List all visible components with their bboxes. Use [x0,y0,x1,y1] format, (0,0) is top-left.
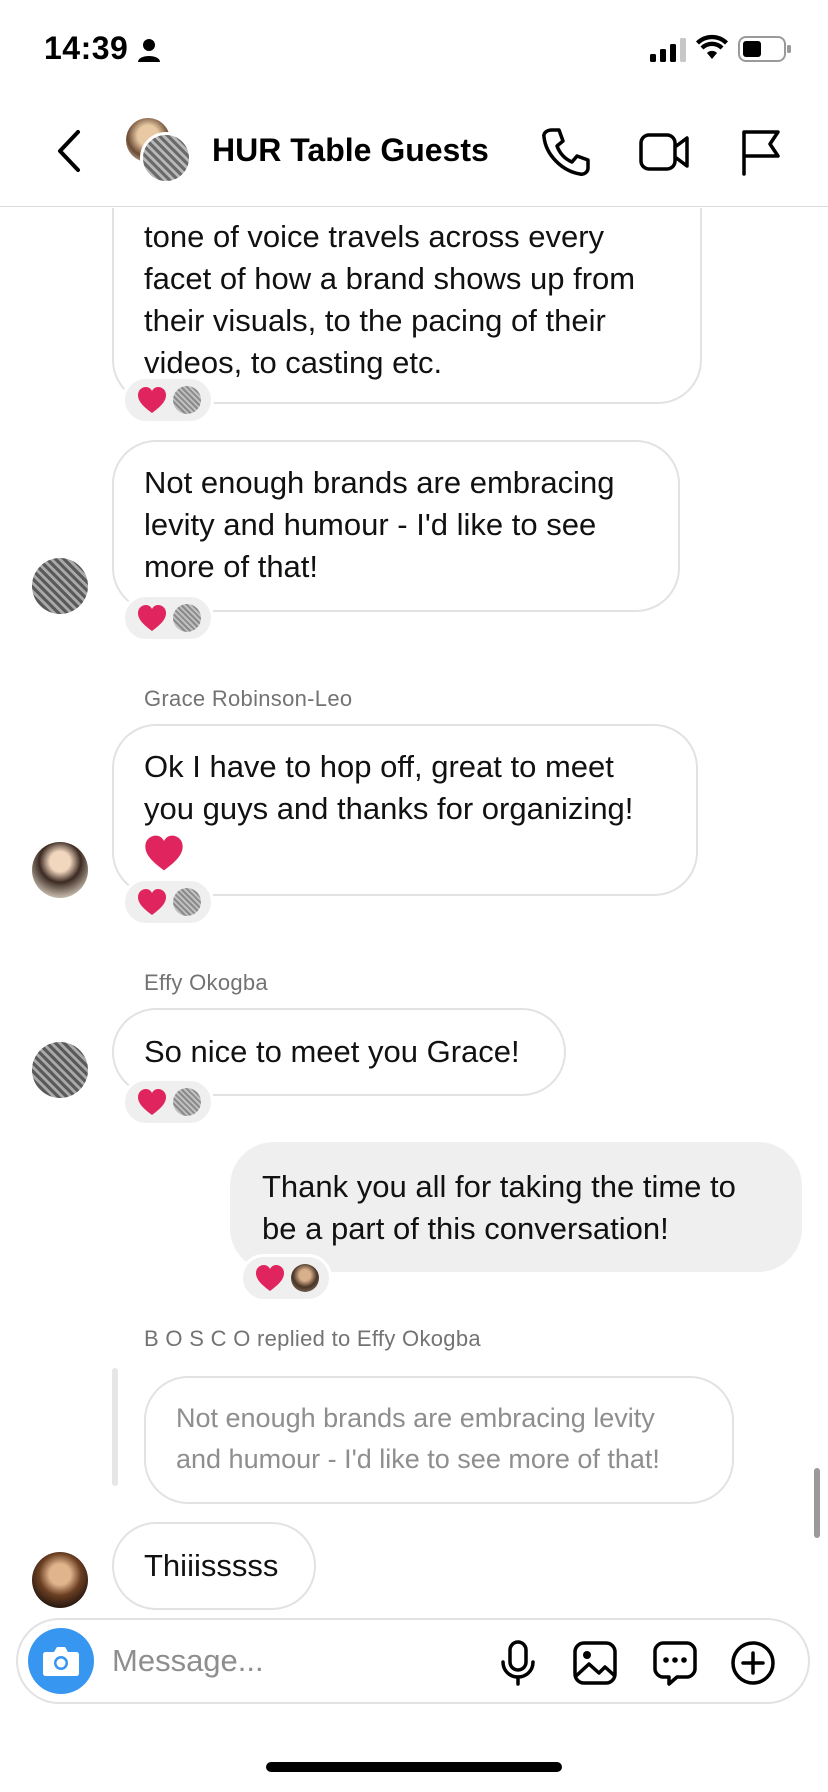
message-bubble[interactable]: Ok I have to hop off, great to meet you … [112,724,698,896]
message-bubble[interactable]: Not enough brands are embracing levity a… [112,440,680,612]
signal-icon [650,38,688,67]
message-bubble[interactable]: tone of voice travels across every facet… [112,208,702,404]
message-text-line: So nice to meet you Grace! [144,1034,520,1069]
message-input[interactable] [112,1638,492,1684]
heart-icon [138,605,166,631]
reply-context-label: B O S C O replied to Effy Okogba [144,1326,481,1351]
message-text-line: Ok I have to hop off, great to meet [144,749,614,784]
reactions-pill[interactable] [122,878,214,926]
phone-icon[interactable] [540,126,590,183]
quoted-text-line: and humour - I'd like to see more of tha… [176,1444,660,1474]
chat-header: HUR Table Guests [0,100,828,207]
message-text-line: Thank you all for taking the time to [262,1169,736,1204]
avatar[interactable] [32,1042,88,1098]
battery-icon [738,36,792,67]
reactor-avatar [173,888,201,916]
status-time: 14:39 [44,30,129,66]
reactor-avatar [291,1264,319,1292]
heart-icon [138,387,166,413]
message-text-line: more of that! [144,549,319,584]
avatar[interactable] [32,1552,88,1608]
sender-name: Grace Robinson-Leo [144,686,353,711]
status-bar: 14:39 [0,0,828,100]
sticker-icon[interactable] [652,1640,698,1691]
quoted-message[interactable]: Not enough brands are embracing levity a… [144,1376,734,1504]
sender-name: Effy Okogba [144,970,268,995]
reactions-pill[interactable] [240,1254,332,1302]
message-text-line: Not enough brands are embracing [144,465,615,500]
reply-indicator-bar [112,1368,118,1486]
message-text-line: you guys and thanks for organizing! [144,791,634,826]
group-avatar[interactable] [126,118,194,186]
message-list[interactable]: tone of voice travels across every facet… [0,208,828,1614]
message-text-line: videos, to casting etc. [144,345,443,380]
outgoing-message-bubble[interactable]: Thank you all for taking the time to be … [230,1142,802,1272]
member-avatar [140,132,192,184]
message-text-line: facet of how a brand shows up from [144,261,636,296]
heart-icon [138,889,166,915]
heart-icon [138,1089,166,1115]
avatar[interactable] [32,842,88,898]
gallery-icon[interactable] [572,1640,618,1691]
reactions-pill[interactable] [122,1078,214,1126]
message-composer [16,1618,810,1704]
home-indicator [266,1762,562,1772]
message-text-line: their visuals, to the pacing of their [144,303,606,338]
person-icon [138,38,160,67]
reactor-avatar [173,604,201,632]
scrollbar[interactable] [814,1468,820,1538]
quoted-text-line: Not enough brands are embracing levity [176,1403,655,1433]
reactions-pill[interactable] [122,376,214,424]
plus-icon[interactable] [730,1640,776,1691]
avatar[interactable] [32,558,88,614]
heart-icon [256,1265,284,1291]
reactor-avatar [173,1088,201,1116]
reactions-pill[interactable] [122,594,214,642]
wifi-icon [696,34,728,65]
message-text-line: Thiiisssss [144,1548,279,1583]
reactor-avatar [173,386,201,414]
message-bubble[interactable]: Thiiisssss [112,1522,316,1610]
flag-icon[interactable] [738,126,784,183]
message-text-line: levity and humour - I'd like to see [144,507,597,542]
heart-emoji [144,830,666,872]
back-chevron-icon[interactable] [50,126,90,176]
chat-title[interactable]: HUR Table Guests [212,132,489,169]
video-icon[interactable] [638,126,690,183]
camera-icon[interactable] [28,1628,94,1694]
message-text-line: be a part of this conversation! [262,1211,669,1246]
message-text-line: tone of voice travels across every [144,219,605,254]
microphone-icon[interactable] [498,1640,538,1691]
